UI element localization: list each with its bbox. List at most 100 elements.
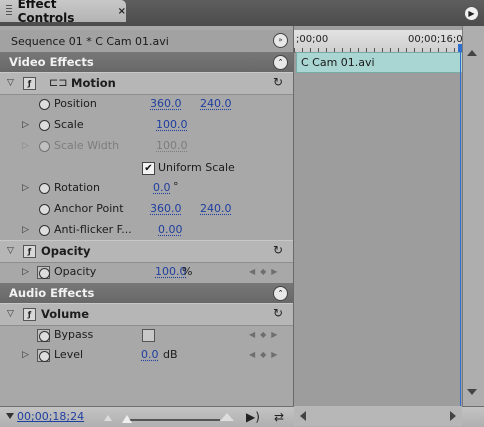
video-effects-header: Video Effects ⌃ xyxy=(0,52,293,72)
reset-icon[interactable]: ↻ xyxy=(273,306,283,320)
anti-flicker-value[interactable]: 0.00 xyxy=(158,223,183,236)
zoom-slider-track[interactable] xyxy=(128,419,220,421)
keyframe-navigator[interactable]: ◀◆▶ xyxy=(249,350,282,359)
stopwatch-icon xyxy=(39,351,50,362)
expand-triangle-icon[interactable]: ▽ xyxy=(7,78,14,88)
expand-triangle-icon[interactable]: ▽ xyxy=(7,246,14,256)
reset-icon[interactable]: ↻ xyxy=(273,75,283,89)
anti-flicker-label: Anti-flicker F... xyxy=(54,223,132,236)
play-audio-icon[interactable]: ▶) xyxy=(246,410,260,424)
scale-row: ▷ Scale 100.0 xyxy=(0,115,293,136)
vertical-scrollbar[interactable] xyxy=(462,26,484,406)
anchor-point-x-value[interactable]: 360.0 xyxy=(150,202,182,215)
stopwatch-icon[interactable] xyxy=(39,99,50,110)
audio-effects-header: Audio Effects ⌃ xyxy=(0,283,293,303)
opacity-unit: % xyxy=(182,265,193,278)
rotation-row: ▷ Rotation 0.0 ° xyxy=(0,178,293,199)
video-effects-title: Video Effects xyxy=(9,55,94,69)
stopwatch-icon xyxy=(39,331,50,342)
zoom-in-icon[interactable] xyxy=(220,413,234,421)
opacity-label: Opacity xyxy=(54,265,97,278)
collapse-audio-effects-button[interactable]: ⌃ xyxy=(273,286,288,301)
motion-effect-row[interactable]: ▽ ƒ ⊏⊐ Motion ↻ xyxy=(0,72,293,95)
motion-label: Motion xyxy=(71,76,116,90)
expand-triangle-icon[interactable]: ▷ xyxy=(22,267,29,277)
audio-effects-title: Audio Effects xyxy=(9,286,95,300)
sequence-label: Sequence 01 * C Cam 01.avi xyxy=(11,35,169,48)
anchor-point-label: Anchor Point xyxy=(54,202,124,215)
playhead-line xyxy=(460,52,461,406)
scale-width-label: Scale Width xyxy=(54,139,120,152)
motion-transform-icon[interactable]: ⊏⊐ xyxy=(49,76,67,89)
opacity-effect-label: Opacity xyxy=(41,244,91,258)
scroll-down-icon[interactable] xyxy=(467,389,477,395)
show-hide-timeline-button[interactable]: » xyxy=(273,33,288,48)
stopwatch-toggle[interactable] xyxy=(37,349,50,362)
bypass-row: Bypass ◀◆▶ xyxy=(0,325,293,346)
fx-toggle-icon[interactable]: ƒ xyxy=(23,308,36,321)
panel-menu-button[interactable]: ▶ xyxy=(464,6,479,21)
zoom-slider-thumb[interactable] xyxy=(122,415,132,423)
scroll-right-icon[interactable] xyxy=(450,411,456,421)
close-icon[interactable]: × xyxy=(118,6,126,17)
collapse-video-effects-button[interactable]: ⌃ xyxy=(273,55,288,70)
scroll-left-icon[interactable] xyxy=(300,411,306,421)
fx-toggle-icon[interactable]: ƒ xyxy=(23,245,36,258)
ruler-end-label: 00;00;16;0 xyxy=(408,34,463,45)
position-row: Position 360.0 240.0 xyxy=(0,94,293,115)
stopwatch-toggle[interactable] xyxy=(37,329,50,342)
expand-triangle-icon[interactable]: ▷ xyxy=(22,183,29,193)
expand-triangle-icon[interactable]: ▷ xyxy=(22,225,29,235)
position-y-value[interactable]: 240.0 xyxy=(200,97,232,110)
filter-icon[interactable] xyxy=(6,413,14,419)
panel-title: Effect Controls xyxy=(17,0,75,25)
level-value[interactable]: 0.0 xyxy=(141,348,159,361)
expand-triangle-icon[interactable]: ▷ xyxy=(22,350,29,360)
drag-grip-icon[interactable] xyxy=(6,5,12,17)
volume-effect-row[interactable]: ▽ ƒ Volume ↻ xyxy=(0,303,293,326)
stopwatch-icon xyxy=(39,268,50,279)
opacity-effect-row[interactable]: ▽ ƒ Opacity ↻ xyxy=(0,240,293,263)
volume-effect-label: Volume xyxy=(41,307,90,321)
fx-toggle-icon[interactable]: ƒ xyxy=(23,77,36,90)
bypass-checkbox[interactable] xyxy=(142,329,155,342)
anchor-point-row: Anchor Point 360.0 240.0 xyxy=(0,199,293,220)
stopwatch-icon[interactable] xyxy=(39,204,50,215)
scale-value[interactable]: 100.0 xyxy=(156,118,188,131)
stopwatch-icon[interactable] xyxy=(39,183,50,194)
keyframe-navigator[interactable]: ◀◆▶ xyxy=(249,267,282,276)
expand-triangle-icon: ▷ xyxy=(22,141,29,151)
position-label: Position xyxy=(54,97,97,110)
rotation-value[interactable]: 0.0 xyxy=(153,181,171,194)
panel-tab-bar: Effect Controls × ▶ xyxy=(0,0,484,26)
reset-icon[interactable]: ↻ xyxy=(273,243,283,257)
horizontal-scrollbar[interactable] xyxy=(294,406,462,426)
anchor-point-y-value[interactable]: 240.0 xyxy=(200,202,232,215)
scale-width-row: ▷ Scale Width 100.0 xyxy=(0,136,293,157)
time-ruler[interactable]: ;00;00 00;00;16;0 xyxy=(294,30,463,53)
loop-audio-icon[interactable]: ⇄ xyxy=(274,410,284,424)
uniform-scale-label: Uniform Scale xyxy=(158,161,235,174)
position-x-value[interactable]: 360.0 xyxy=(150,97,182,110)
stopwatch-icon[interactable] xyxy=(39,225,50,236)
rotation-unit: ° xyxy=(173,180,179,193)
clip-bar[interactable]: C Cam 01.avi xyxy=(296,52,464,73)
expand-triangle-icon[interactable]: ▽ xyxy=(7,309,14,319)
anti-flicker-row: ▷ Anti-flicker F... 0.00 xyxy=(0,220,293,241)
stopwatch-toggle[interactable] xyxy=(37,266,50,279)
bypass-label: Bypass xyxy=(54,328,94,341)
keyframe-navigator[interactable]: ◀◆▶ xyxy=(249,330,282,339)
current-timecode[interactable]: 00;00;18;24 xyxy=(17,410,84,423)
scroll-up-icon[interactable] xyxy=(467,50,477,56)
uniform-scale-row: ✔ Uniform Scale xyxy=(0,158,293,179)
expand-triangle-icon[interactable]: ▷ xyxy=(22,120,29,130)
level-label: Level xyxy=(54,348,84,361)
uniform-scale-checkbox[interactable]: ✔ xyxy=(142,162,155,175)
effect-controls-panel: Effect Controls × ▶ Sequence 01 * C Cam … xyxy=(0,0,484,427)
zoom-out-icon[interactable] xyxy=(104,415,112,421)
tab-effect-controls[interactable]: Effect Controls × xyxy=(0,0,126,25)
sequence-row: Sequence 01 * C Cam 01.avi » xyxy=(0,30,293,53)
opacity-row: ▷ Opacity 100.0 % ◀◆▶ xyxy=(0,262,293,283)
stopwatch-icon[interactable] xyxy=(39,120,50,131)
stopwatch-icon xyxy=(39,141,50,152)
